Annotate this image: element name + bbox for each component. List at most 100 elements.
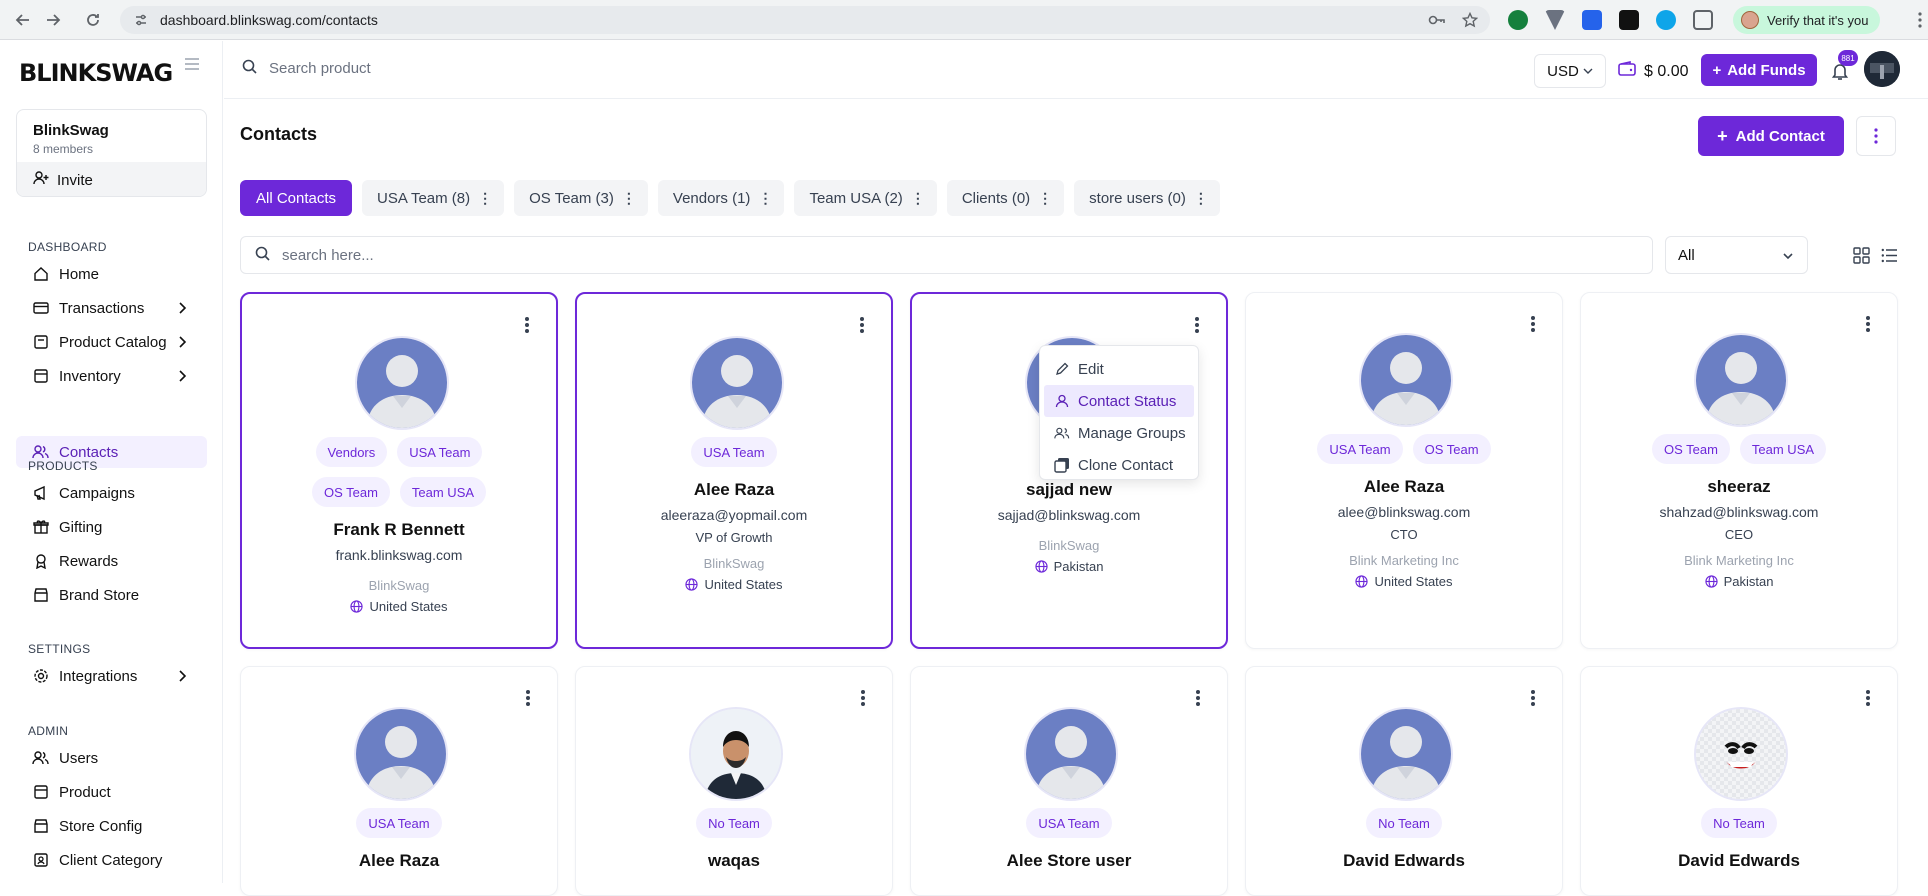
add-contact-button[interactable]: + Add Contact [1698,116,1844,156]
invite-button[interactable]: Invite [17,162,206,196]
contact-card[interactable]: No Team David Edwards [1580,666,1898,896]
sidebar-item-store-config[interactable]: Store Config [16,810,207,842]
contact-context-menu: Edit Contact Status Manage Groups Clone … [1039,345,1199,480]
bookmark-star-icon[interactable] [1461,11,1479,33]
contact-card[interactable]: USA Team OS Team Alee Raza alee@blinkswa… [1245,292,1563,649]
contact-card[interactable]: USA Team Alee Store user [910,666,1228,896]
contact-email: frank.blinkswag.com [335,547,463,563]
sidebar-item-integrations[interactable]: Integrations [16,660,207,692]
tag-list: USA Team [241,808,557,838]
currency-select[interactable]: USD [1534,54,1606,88]
extensions-puzzle-icon[interactable] [1693,10,1713,30]
card-options-icon[interactable] [860,689,866,707]
back-icon[interactable] [12,9,34,31]
group-tag: USA Team [1317,434,1403,464]
filter-value: All [1678,246,1695,264]
section-products: PRODUCTS [28,459,98,473]
card-options-icon[interactable] [1530,315,1536,333]
url-text[interactable]: dashboard.blinkswag.com/contacts [160,12,378,28]
browser-menu-icon[interactable] [1918,12,1922,33]
password-key-icon[interactable] [1428,12,1446,33]
card-options-icon[interactable] [1865,315,1871,333]
screen-extension-icon[interactable] [1582,10,1602,30]
card-options-icon[interactable] [525,689,531,707]
forward-icon[interactable] [42,9,64,31]
status-filter-select[interactable]: All [1665,236,1808,274]
brand-logo[interactable]: BLINKSWAG [19,59,173,87]
contact-card[interactable]: No Team David Edwards [1245,666,1563,896]
tab-store-users[interactable]: store users (0) ⋮ [1074,180,1220,216]
menu-item-clone-contact[interactable]: Clone Contact [1044,449,1194,481]
tab-all-contacts[interactable]: All Contacts [240,180,353,216]
tab-options-icon[interactable]: ⋮ [1038,190,1052,207]
tab-options-icon[interactable]: ⋮ [622,190,636,207]
sidebar-item-client-category[interactable]: Client Category [16,844,207,876]
react-extension-icon[interactable] [1656,10,1676,30]
globe-icon [685,578,699,591]
menu-item-label: Edit [1078,360,1104,378]
grid-view-icon[interactable] [1853,247,1870,264]
card-options-icon[interactable] [1195,689,1201,707]
tab-team-usa[interactable]: Team USA (2) ⋮ [794,180,937,216]
user-avatar[interactable] [1864,51,1900,87]
sidebar-item-product[interactable]: Product [16,776,207,808]
capcut-extension-icon[interactable] [1619,10,1639,30]
contact-card[interactable]: Vendors USA Team OS Team Team USA Frank … [240,292,558,649]
sidebar-item-inventory[interactable]: Inventory [16,360,207,392]
users-icon [32,750,49,767]
card-options-icon[interactable] [524,316,530,334]
sidebar-item-label: Inventory [59,367,121,385]
profile-photo [1694,707,1788,801]
sidebar-item-rewards[interactable]: Rewards [16,545,207,577]
verify-profile-button[interactable]: Verify that it's you [1733,6,1881,34]
tab-options-icon[interactable]: ⋮ [478,190,492,207]
tab-options-icon[interactable]: ⋮ [758,190,772,207]
default-avatar-icon [1024,707,1118,801]
menu-item-contact-status[interactable]: Contact Status [1044,385,1194,417]
search-icon [255,246,270,265]
sidebar-item-users[interactable]: Users [16,742,207,774]
contact-card[interactable]: USA Team Alee Raza aleeraza@yopmail.com … [575,292,893,649]
contact-name: Alee Store user [1006,851,1132,870]
organization-card[interactable]: BlinkSwag 8 members Invite [16,109,207,197]
sidebar-item-label: Transactions [59,299,145,317]
tab-os-team[interactable]: OS Team (3) ⋮ [514,180,648,216]
sidebar-item-campaigns[interactable]: Campaigns [16,477,207,509]
menu-item-manage-groups[interactable]: Manage Groups [1044,417,1194,449]
more-options-button[interactable] [1856,116,1896,156]
reload-icon[interactable] [82,9,104,31]
menu-item-edit[interactable]: Edit [1044,353,1194,385]
tab-usa-team[interactable]: USA Team (8) ⋮ [362,180,505,216]
address-bar[interactable]: dashboard.blinkswag.com/contacts [120,6,1490,34]
grammarly-extension-icon[interactable] [1508,10,1528,30]
menu-item-label: Contact Status [1078,392,1177,410]
collapse-sidebar-icon[interactable] [184,57,200,71]
contact-card[interactable]: OS Team Team USA sheeraz shahzad@blinksw… [1580,292,1898,649]
country-label: United States [704,577,783,592]
card-options-icon[interactable] [859,316,865,334]
contact-card[interactable]: No Team waqas [575,666,893,896]
chevron-down-icon [1783,253,1793,260]
contact-card[interactable]: USA Team Alee Raza [240,666,558,896]
sidebar-item-gifting[interactable]: Gifting [16,511,207,543]
contact-name: Alee Raza [693,480,775,499]
site-info-icon[interactable] [134,13,148,27]
vue-extension-icon[interactable] [1545,10,1565,30]
wallet-balance[interactable]: $ 0.00 [1618,61,1688,82]
sidebar-item-home[interactable]: Home [16,258,207,290]
product-search-input[interactable]: Search product [269,60,371,77]
card-options-icon[interactable] [1194,316,1200,334]
list-view-icon[interactable] [1881,247,1898,264]
tab-vendors[interactable]: Vendors (1) ⋮ [657,180,785,216]
tab-options-icon[interactable]: ⋮ [1194,190,1208,207]
tab-clients[interactable]: Clients (0) ⋮ [946,180,1065,216]
sidebar-item-product-catalog[interactable]: Product Catalog [16,326,207,358]
card-options-icon[interactable] [1865,689,1871,707]
contact-search-input[interactable]: search here... [240,236,1653,274]
tab-options-icon[interactable]: ⋮ [911,190,925,207]
sidebar-item-brand-store[interactable]: Brand Store [16,579,207,611]
add-funds-button[interactable]: + Add Funds [1701,54,1817,86]
card-options-icon[interactable] [1530,689,1536,707]
product-search[interactable]: Search product [242,59,371,78]
sidebar-item-transactions[interactable]: Transactions [16,292,207,324]
